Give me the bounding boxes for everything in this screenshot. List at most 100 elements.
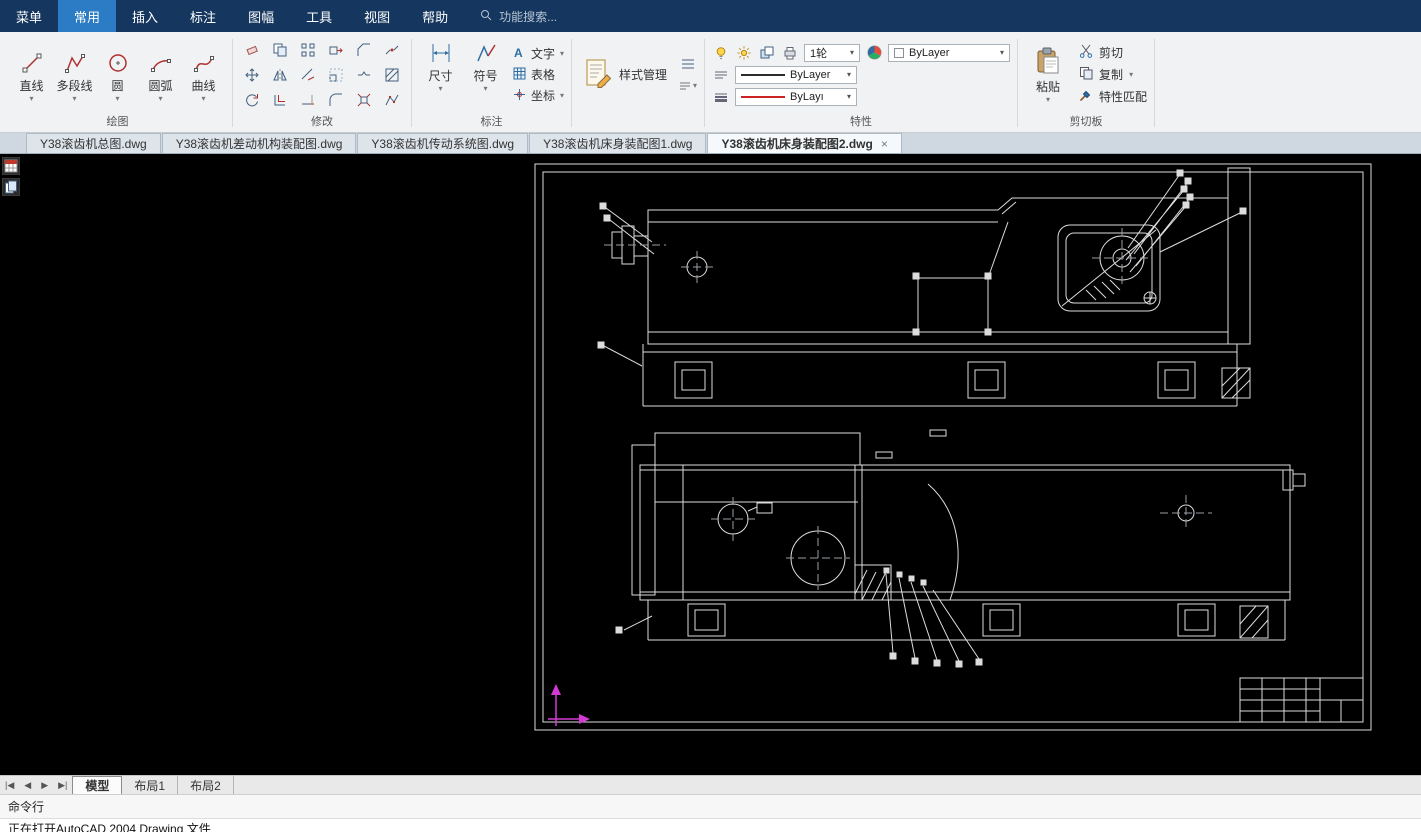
tool-symbol[interactable]: 符号 [464, 36, 507, 113]
paste-button[interactable]: 粘贴 [1025, 45, 1071, 104]
menu-item-home[interactable]: 常用 [58, 0, 117, 32]
menu-item-view[interactable]: 视图 [348, 0, 406, 32]
tool-circle[interactable]: 圆 [96, 46, 139, 103]
doc-tab-label: Y38滚齿机床身装配图2.dwg [721, 137, 873, 151]
layout-tab-layout1[interactable]: 布局1 [122, 776, 179, 794]
status-bar: 正在打开AutoCAD 2004 Drawing 文件 [0, 818, 1421, 832]
layout-nav-first[interactable]: |◀ [0, 776, 19, 794]
app-window: 菜单 常用 插入 标注 图幅 工具 视图 帮助 功能搜索... 直线 多段线 [0, 0, 1421, 832]
color-value: ByLayer [909, 46, 950, 59]
tool-dimension[interactable]: 尺寸 [419, 36, 462, 113]
copy-button[interactable]: 复制 [1079, 66, 1147, 84]
layout-nav-prev[interactable]: ◀ [19, 776, 36, 794]
layout-nav-last[interactable]: ▶| [53, 776, 72, 794]
plot-style-icon[interactable] [781, 44, 799, 62]
layout-nav-next[interactable]: ▶ [36, 776, 53, 794]
doc-tab-2[interactable]: Y38滚齿机差动机构装配图.dwg [161, 133, 357, 153]
layer-select[interactable]: 1轮 [804, 43, 861, 62]
style-manager-button[interactable]: 样式管理 [579, 53, 671, 96]
group-label-clipboard: 剪切板 [1069, 116, 1103, 128]
offset-icon[interactable] [268, 88, 292, 112]
lineweight-select[interactable]: ByLayı [735, 87, 858, 106]
tool-label: 符号 [473, 69, 498, 83]
break-icon[interactable] [352, 63, 376, 87]
palette-toggle-icon-1[interactable] [2, 157, 20, 175]
chamfer-icon[interactable] [352, 38, 376, 62]
stretch-icon[interactable] [324, 38, 348, 62]
doc-tab-1[interactable]: Y38滚齿机总图.dwg [26, 133, 161, 153]
layout-tabs-bar: |◀ ◀ ▶ ▶| 模型 布局1 布局2 [0, 775, 1421, 794]
linetype-select[interactable]: ByLayer [735, 65, 858, 84]
extend-icon[interactable] [296, 88, 320, 112]
join-icon[interactable] [380, 38, 404, 62]
tool-text[interactable]: A 文字 [513, 45, 564, 63]
copy-object-icon[interactable] [268, 38, 292, 62]
lineweight-value: ByLayı [790, 90, 824, 103]
explode-icon[interactable] [352, 88, 376, 112]
doc-tab-label: Y38滚齿机传动系统图.dwg [371, 137, 515, 151]
cut-scissors-icon [1079, 44, 1093, 61]
tool-line[interactable]: 直线 [10, 46, 53, 103]
tool-table[interactable]: 表格 [513, 66, 564, 84]
match-brush-icon [1079, 88, 1093, 105]
brightness-sun-icon[interactable] [735, 44, 753, 62]
rotate-icon[interactable] [240, 88, 264, 112]
cad-drawing-canvas[interactable] [0, 154, 1421, 775]
menu-item-insert[interactable]: 插入 [116, 0, 174, 32]
lineweight-list-icon[interactable] [712, 88, 730, 106]
match-properties-button[interactable]: 特性匹配 [1079, 88, 1147, 106]
style-list-icon[interactable] [679, 55, 697, 73]
ribbon: 直线 多段线 圆 圆弧 曲线 绘图 [0, 32, 1421, 133]
coordinate-icon [513, 88, 526, 104]
color-select[interactable]: ByLayer [888, 43, 1011, 62]
tool-label: 尺寸 [428, 69, 453, 83]
tool-label: 多段线 [56, 79, 93, 93]
doc-tab-label: Y38滚齿机总图.dwg [40, 137, 147, 151]
cut-label: 剪切 [1099, 46, 1124, 60]
ribbon-separator [232, 39, 233, 127]
close-icon[interactable]: × [881, 137, 888, 151]
move-icon[interactable] [240, 63, 264, 87]
linetype-list-icon[interactable] [712, 66, 730, 84]
draw-order-icon[interactable] [758, 44, 776, 62]
style-options-icon[interactable] [679, 77, 697, 95]
color-wheel-icon[interactable] [865, 44, 883, 62]
menu-item-help[interactable]: 帮助 [406, 0, 464, 32]
tool-arc[interactable]: 圆弧 [139, 46, 182, 103]
function-search[interactable]: 功能搜索... [464, 0, 573, 32]
layout-tab-layout2[interactable]: 布局2 [178, 776, 234, 794]
style-manager-label: 样式管理 [619, 68, 668, 82]
pedit-icon[interactable] [380, 88, 404, 112]
menu-item-annotate[interactable]: 标注 [174, 0, 232, 32]
tool-coordinate[interactable]: 坐标 [513, 87, 564, 105]
erase-icon[interactable] [240, 38, 264, 62]
doc-tab-label: Y38滚齿机床身装配图1.dwg [543, 137, 693, 151]
layer-on-bulb-icon[interactable] [712, 44, 730, 62]
scale-icon[interactable] [324, 63, 348, 87]
palette-toggle-icon-2[interactable] [2, 178, 20, 196]
tool-polyline[interactable]: 多段线 [53, 46, 96, 103]
trim-icon[interactable] [296, 63, 320, 87]
tool-spline[interactable]: 曲线 [182, 46, 225, 103]
group-label-modify: 修改 [311, 116, 333, 128]
tool-label: 圆弧 [148, 79, 173, 93]
layout-tab-model[interactable]: 模型 [72, 776, 123, 794]
menu-item-menu[interactable]: 菜单 [0, 0, 58, 32]
mirror-icon[interactable] [268, 63, 292, 87]
doc-tab-5-active[interactable]: Y38滚齿机床身装配图2.dwg × [707, 133, 902, 153]
doc-tab-3[interactable]: Y38滚齿机传动系统图.dwg [357, 133, 529, 153]
menu-item-sheet[interactable]: 图幅 [232, 0, 290, 32]
fillet-icon[interactable] [324, 88, 348, 112]
array-icon[interactable] [296, 38, 320, 62]
ribbon-separator [704, 39, 706, 127]
group-label-style [573, 115, 703, 132]
paste-label: 粘贴 [1036, 80, 1061, 94]
cut-button[interactable]: 剪切 [1079, 44, 1147, 62]
doc-tab-4[interactable]: Y38滚齿机床身装配图1.dwg [529, 133, 707, 153]
command-line[interactable]: 命令行 [0, 794, 1421, 818]
menu-item-tools[interactable]: 工具 [290, 0, 348, 32]
menu-label: 帮助 [422, 9, 449, 25]
hatch-edit-icon[interactable] [380, 63, 404, 87]
arc-icon [150, 49, 172, 77]
copy-icon [1079, 66, 1093, 83]
